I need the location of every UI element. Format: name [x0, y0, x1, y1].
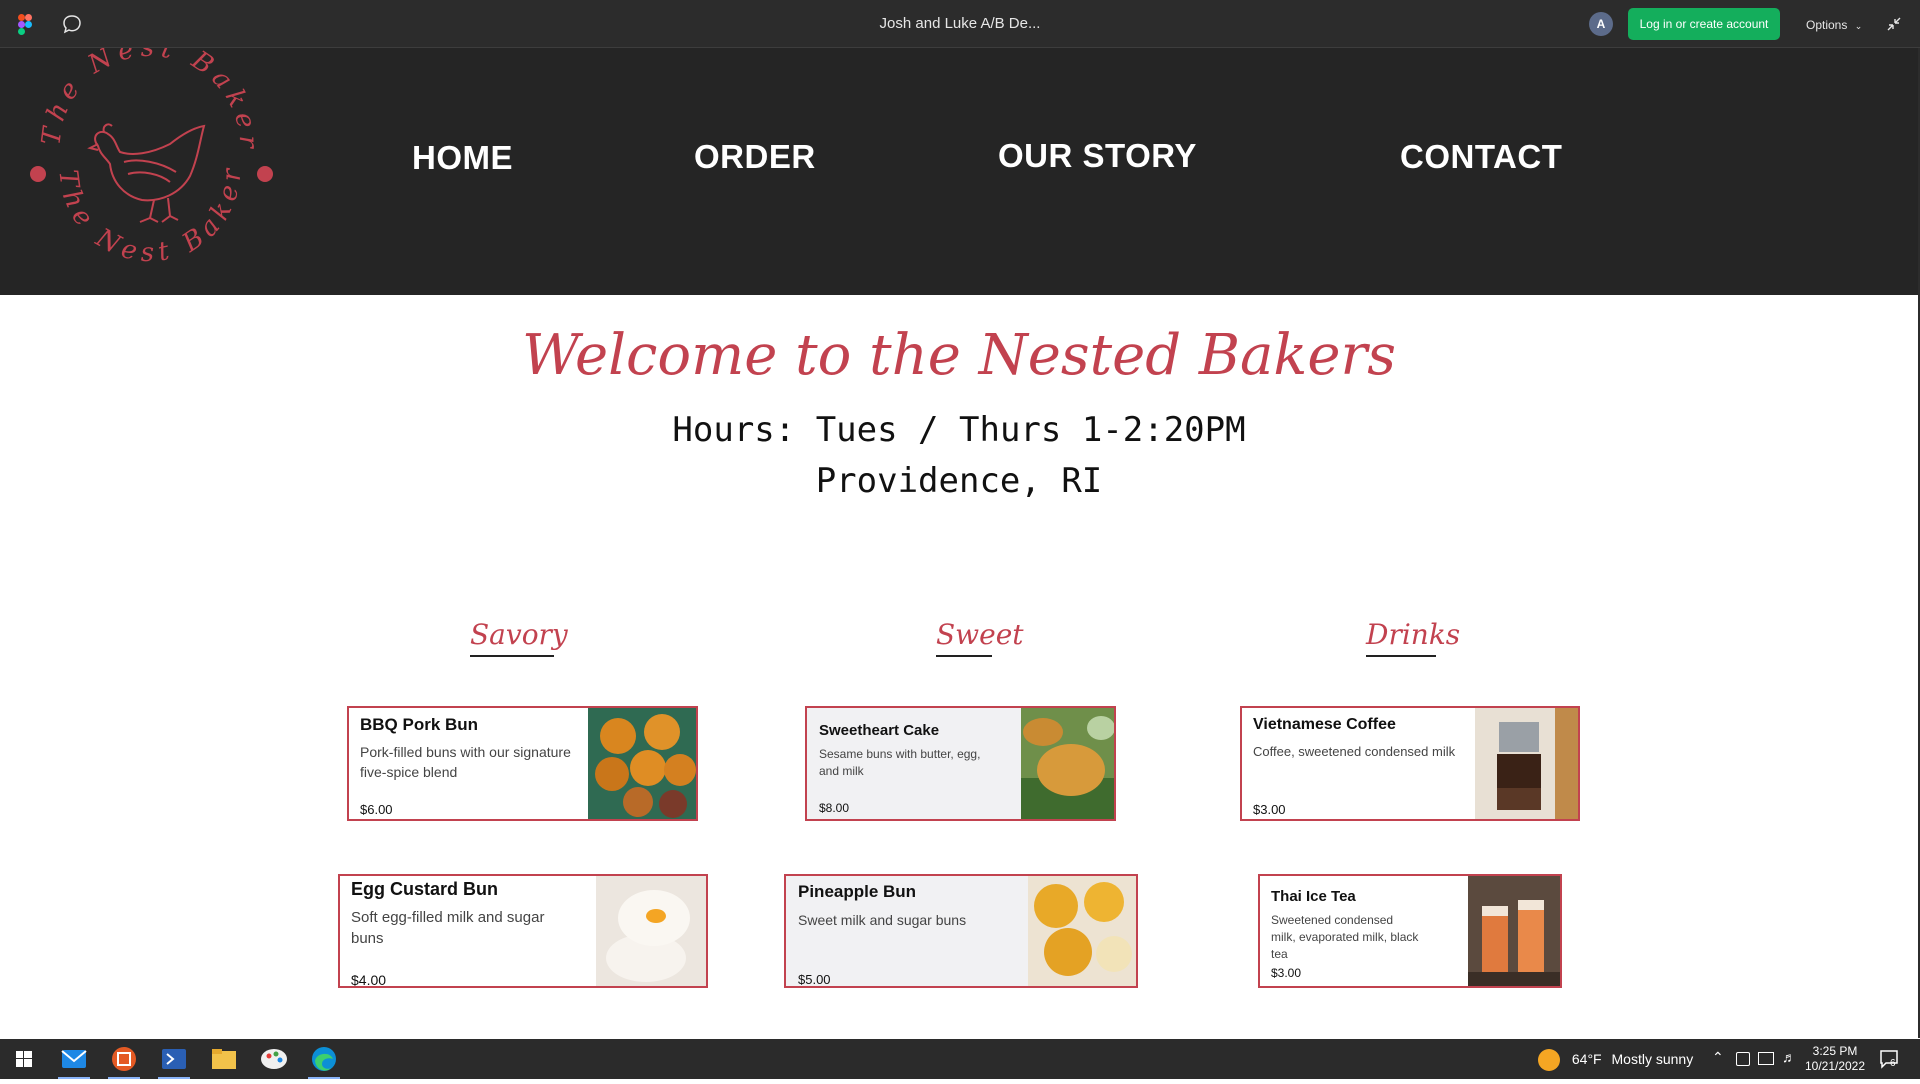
- menu-card-egg-custard-bun[interactable]: Egg Custard Bun Soft egg-filled milk and…: [338, 874, 708, 988]
- item-price: $5.00: [798, 972, 831, 987]
- options-menu-button[interactable]: Options ⌄: [1800, 12, 1868, 36]
- hours-text: Hours: Tues / Thurs 1-2:20PM: [672, 410, 1246, 450]
- paint-icon[interactable]: [250, 1039, 298, 1079]
- item-description: Coffee, sweetened condensed milk: [1253, 744, 1456, 759]
- login-button[interactable]: Log in or create account: [1628, 8, 1780, 40]
- options-label: Options: [1806, 18, 1848, 32]
- sweetheart-cake-photo: [1021, 708, 1114, 819]
- mail-icon[interactable]: [50, 1039, 98, 1079]
- item-name: Vietnamese Coffee: [1253, 716, 1396, 733]
- menu-card-sweetheart-cake[interactable]: Sweetheart Cake Sesame buns with butter,…: [805, 706, 1116, 821]
- menu-card-vietnamese-coffee[interactable]: Vietnamese Coffee Coffee, sweetened cond…: [1240, 706, 1580, 821]
- item-price: $8.00: [819, 801, 850, 815]
- volume-icon[interactable]: ♬: [1782, 1049, 1796, 1065]
- weather-icon: [1538, 1049, 1560, 1072]
- category-heading-sweet[interactable]: Sweet: [936, 618, 1024, 657]
- notification-count: 6: [1890, 1058, 1896, 1069]
- item-name: Pineapple Bun: [798, 882, 917, 901]
- bbq-pork-bun-photo: [588, 708, 696, 819]
- item-price: $4.00: [351, 972, 387, 988]
- weather-temperature: 64°F: [1571, 1051, 1602, 1067]
- thai-ice-tea-photo: [1468, 876, 1560, 986]
- site-header: The Nest Bakery The Nest Bakery HOME ORD…: [0, 48, 1918, 295]
- menu-card-pineapple-bun[interactable]: Pineapple Bun Sweet milk and sugar buns …: [784, 874, 1138, 988]
- item-price: $3.00: [1271, 966, 1302, 980]
- network-icon[interactable]: [1758, 1052, 1774, 1065]
- menu-card-thai-ice-tea[interactable]: Thai Ice Tea Sweetened condensed milk, e…: [1258, 874, 1562, 988]
- nav-contact[interactable]: CONTACT: [1400, 138, 1562, 176]
- item-name: Egg Custard Bun: [351, 879, 498, 899]
- figma-logo-icon[interactable]: [18, 14, 32, 35]
- notification-center-icon[interactable]: 6: [1878, 1048, 1900, 1075]
- nav-our-story[interactable]: OUR STORY: [998, 137, 1197, 175]
- menu-card-bbq-pork-bun[interactable]: BBQ Pork Bun Pork-filled buns with our s…: [347, 706, 698, 821]
- logo-arc-text-top: The Nest Bakery: [20, 48, 257, 154]
- item-price: $3.00: [1253, 802, 1286, 817]
- category-heading-savory[interactable]: Savory: [470, 618, 568, 657]
- bakery-logo[interactable]: The Nest Bakery The Nest Bakery: [20, 48, 280, 276]
- user-avatar[interactable]: A: [1589, 12, 1613, 36]
- welcome-heading: Welcome to the Nested Bakers: [522, 323, 1396, 388]
- item-name: BBQ Pork Bun: [360, 715, 479, 734]
- svg-text:The Nest Bakery: The Nest Bakery: [20, 48, 263, 154]
- clock-time: 3:25 PM: [1812, 1044, 1858, 1058]
- tray-chevron-up-icon[interactable]: ⌃: [1712, 1049, 1724, 1066]
- comment-icon[interactable]: [62, 14, 82, 34]
- vietnamese-coffee-photo: [1475, 708, 1578, 819]
- weather-condition: Mostly sunny: [1611, 1051, 1694, 1067]
- egg-custard-bun-photo: [596, 876, 706, 986]
- item-name: Sweetheart Cake: [819, 722, 940, 739]
- nav-order[interactable]: ORDER: [694, 138, 816, 176]
- file-explorer-icon[interactable]: [200, 1039, 248, 1079]
- hen-icon: [87, 123, 206, 223]
- collapse-icon[interactable]: [1886, 16, 1902, 32]
- item-description: Pork-filled buns with our signature five…: [360, 744, 571, 780]
- powershell-icon[interactable]: [150, 1039, 198, 1079]
- category-heading-drinks[interactable]: Drinks: [1366, 618, 1460, 657]
- item-name: Thai Ice Tea: [1271, 888, 1356, 905]
- windows-taskbar: 64°F Mostly sunny ⌃ ♬ 3:25 PM 10/21/2022…: [0, 1039, 1920, 1079]
- edge-browser-icon[interactable]: [300, 1039, 348, 1079]
- item-description: Sesame buns with butter, egg, and milk: [819, 747, 981, 778]
- item-price: $6.00: [360, 802, 393, 817]
- item-description: Sweet milk and sugar buns: [798, 912, 967, 928]
- location-text: Providence, RI: [815, 461, 1103, 501]
- office-icon[interactable]: [100, 1039, 148, 1079]
- figma-toolbar: Josh and Luke A/B De... A Log in or crea…: [0, 0, 1920, 48]
- windows-start-icon[interactable]: [0, 1039, 48, 1079]
- meet-now-icon[interactable]: [1736, 1052, 1750, 1066]
- pineapple-bun-photo: [1028, 876, 1136, 986]
- chevron-down-icon: ⌄: [1854, 21, 1863, 31]
- system-clock[interactable]: 3:25 PM 10/21/2022: [1800, 1044, 1870, 1074]
- prototype-frame: The Nest Bakery The Nest Bakery HOME ORD…: [0, 48, 1918, 1038]
- item-description: Soft egg-filled milk and sugar buns: [351, 909, 545, 947]
- clock-date: 10/21/2022: [1804, 1059, 1866, 1073]
- weather-widget[interactable]: 64°F Mostly sunny: [1538, 1039, 1693, 1079]
- item-description: Sweetened condensed milk, evaporated mil…: [1271, 913, 1419, 961]
- nav-home[interactable]: HOME: [412, 139, 513, 177]
